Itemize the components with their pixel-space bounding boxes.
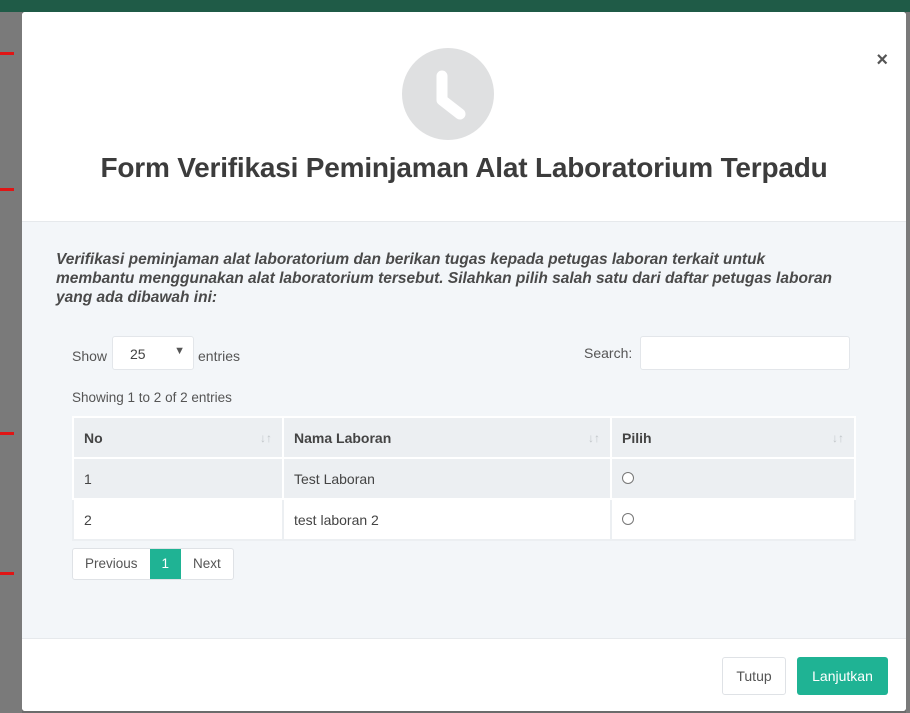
column-header-no[interactable]: No ↓↑ bbox=[72, 416, 284, 459]
intro-text: Verifikasi peminjaman alat laboratorium … bbox=[56, 251, 833, 306]
table-header-row: No ↓↑ Nama Laboran ↓↑ Pilih ↓↑ bbox=[72, 416, 856, 459]
column-header-label: Pilih bbox=[622, 429, 652, 446]
column-header-label: Nama Laboran bbox=[294, 429, 392, 446]
background-marker bbox=[0, 52, 14, 55]
sort-icon: ↓↑ bbox=[832, 431, 844, 445]
lanjutkan-button[interactable]: Lanjutkan bbox=[797, 657, 888, 695]
background-marker bbox=[0, 432, 14, 435]
cell-pilih bbox=[610, 498, 856, 541]
entries-label: entries bbox=[198, 348, 241, 364]
column-header-nama-laboran[interactable]: Nama Laboran ↓↑ bbox=[282, 416, 612, 459]
entries-select[interactable]: 25 ▼ bbox=[112, 336, 194, 370]
pagination: Previous 1 Next bbox=[72, 548, 234, 580]
show-label: Show bbox=[72, 348, 108, 364]
column-header-label: No bbox=[84, 429, 103, 446]
background-right-edge bbox=[906, 12, 910, 713]
pagination-page-1[interactable]: 1 bbox=[149, 549, 182, 579]
table-info: Showing 1 to 2 of 2 entries bbox=[72, 390, 232, 405]
modal-body: Verifikasi peminjaman alat laboratorium … bbox=[22, 222, 906, 638]
background-topbar bbox=[0, 0, 910, 12]
close-icon[interactable]: × bbox=[876, 50, 888, 70]
modal-title: Form Verifikasi Peminjaman Alat Laborato… bbox=[100, 152, 828, 183]
search-label: Search: bbox=[584, 345, 633, 361]
verification-modal: × Form Verifikasi Peminjaman Alat Labora… bbox=[22, 12, 906, 711]
tutup-button[interactable]: Tutup bbox=[722, 657, 786, 695]
sort-ascending-icon: ↓↑ bbox=[260, 431, 272, 445]
clock-icon bbox=[402, 48, 494, 140]
cell-no: 1 bbox=[72, 457, 284, 500]
column-header-pilih[interactable]: Pilih ↓↑ bbox=[610, 416, 856, 459]
sort-icon: ↓↑ bbox=[588, 431, 600, 445]
table-row: 1 Test Laboran bbox=[72, 457, 856, 500]
pagination-next[interactable]: Next bbox=[181, 549, 233, 579]
search-input[interactable] bbox=[640, 336, 850, 370]
cell-nama-laboran: Test Laboran bbox=[282, 457, 612, 500]
cell-no: 2 bbox=[72, 498, 284, 541]
pagination-previous[interactable]: Previous bbox=[73, 549, 150, 579]
background-left-edge bbox=[0, 12, 22, 713]
select-laboran-radio[interactable] bbox=[622, 471, 634, 484]
select-laboran-radio[interactable] bbox=[622, 512, 634, 525]
laboran-table: No ↓↑ Nama Laboran ↓↑ Pilih ↓↑ 1 Test La… bbox=[72, 416, 856, 541]
modal-footer: Tutup Lanjutkan bbox=[22, 638, 906, 711]
cell-pilih bbox=[610, 457, 856, 500]
background-marker bbox=[0, 188, 14, 191]
modal-header: × Form Verifikasi Peminjaman Alat Labora… bbox=[22, 12, 906, 222]
cell-nama-laboran: test laboran 2 bbox=[282, 498, 612, 541]
background-marker bbox=[0, 572, 14, 575]
chevron-down-icon: ▼ bbox=[174, 345, 185, 357]
table-row: 2 test laboran 2 bbox=[72, 498, 856, 541]
entries-select-value: 25 bbox=[130, 346, 146, 362]
